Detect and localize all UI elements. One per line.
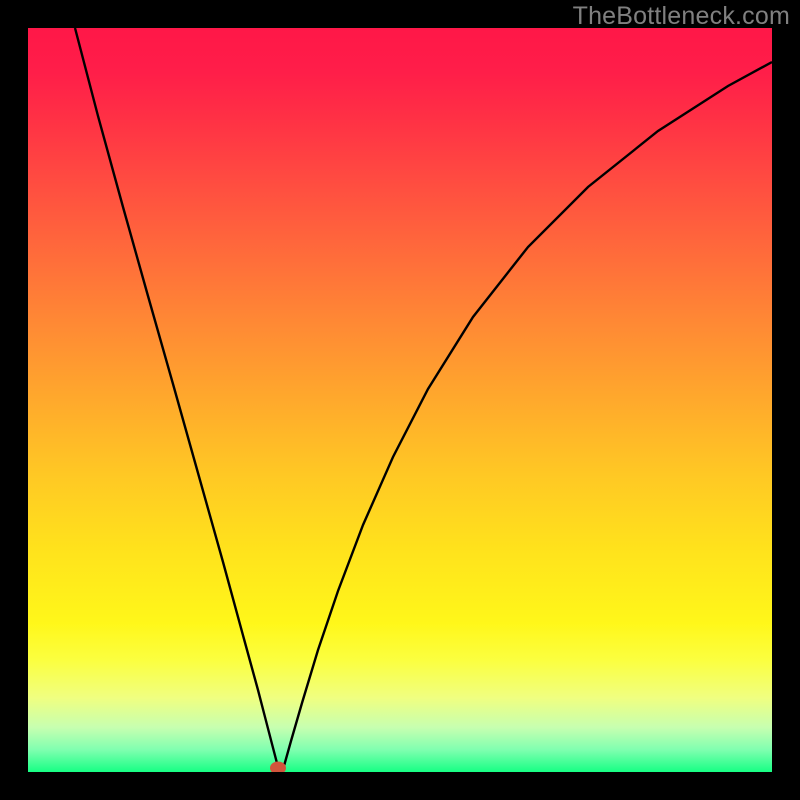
curve-svg: [28, 28, 772, 772]
chart-stage: TheBottleneck.com: [0, 0, 800, 800]
plot-frame: [28, 28, 772, 772]
watermark-label: TheBottleneck.com: [573, 2, 790, 31]
minimum-marker: [270, 762, 286, 773]
bottleneck-curve: [75, 28, 772, 767]
